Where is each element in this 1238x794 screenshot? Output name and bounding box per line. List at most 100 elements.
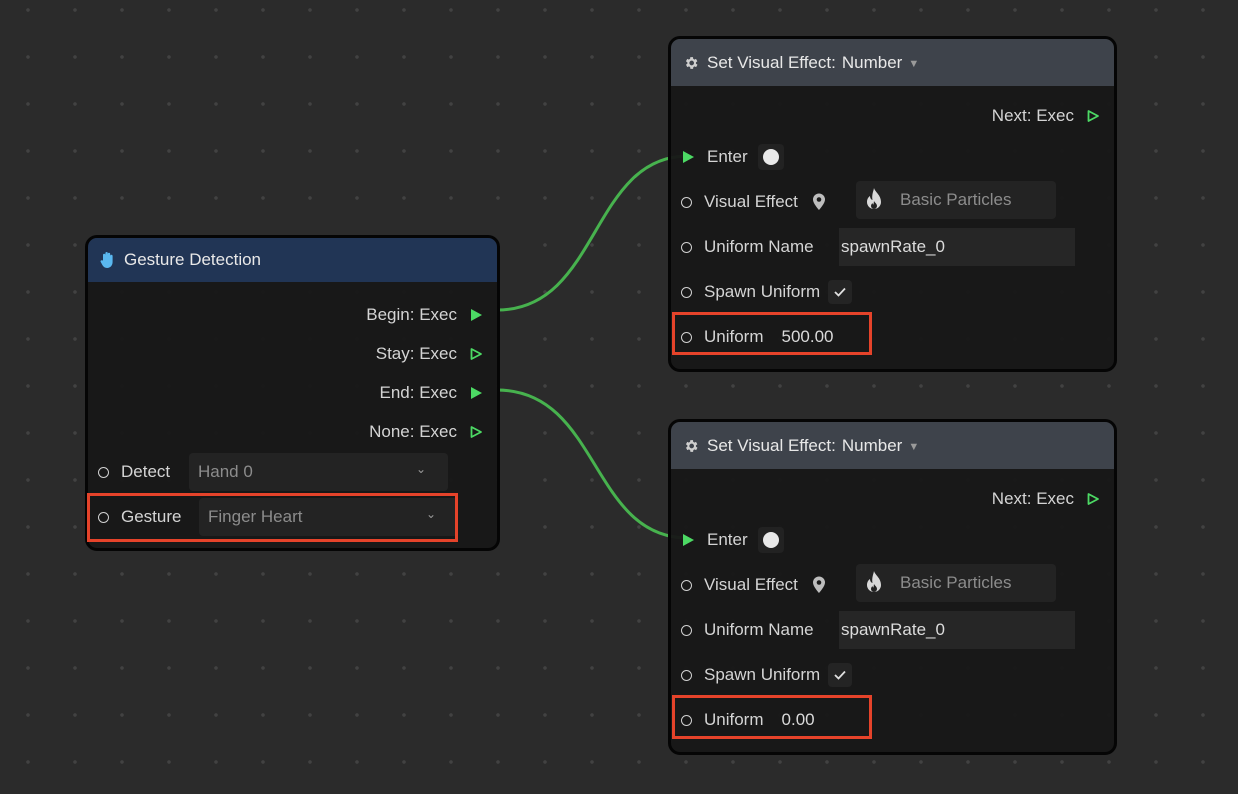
type-dropdown[interactable]: Number ▼: [842, 436, 919, 456]
port-label: Detect: [121, 462, 171, 481]
spawn-uniform-checkbox[interactable]: [828, 280, 853, 304]
detect-dropdown[interactable]: Hand 0 ⌄: [189, 453, 448, 491]
port-label: Next: Exec: [991, 106, 1074, 125]
visual-effect-value: Basic Particles: [900, 190, 1012, 209]
exec-port-filled-icon[interactable]: [469, 386, 483, 400]
output-end-exec[interactable]: End: Exec: [380, 378, 484, 408]
enter-toggle[interactable]: [757, 144, 784, 170]
input-port-icon[interactable]: [681, 624, 692, 636]
node-title: Set Visual Effect:: [707, 435, 836, 455]
node-title: Set Visual Effect:: [707, 52, 836, 72]
port-label: Visual Effect: [704, 575, 798, 594]
port-label: Uniform Name: [704, 620, 814, 639]
input-uniform-name: Uniform Name: [681, 232, 814, 262]
port-label: End: Exec: [379, 383, 458, 402]
checkmark-icon: [834, 287, 846, 297]
input-visual-effect: Visual Effect: [681, 570, 826, 600]
port-label: None: Exec: [369, 422, 457, 441]
caret-down-icon: ▼: [908, 440, 920, 453]
port-label: Visual Effect: [704, 192, 798, 211]
uniform-name-input[interactable]: spawnRate_0: [839, 228, 1075, 266]
exec-port-outline-icon[interactable]: [469, 347, 483, 361]
input-port-icon[interactable]: [681, 196, 692, 208]
caret-down-icon: ▼: [908, 57, 920, 70]
spawn-uniform-checkbox[interactable]: [828, 663, 853, 687]
set-visual-effect-node-bottom[interactable]: Set Visual Effect: Number ▼ Next: Exec E…: [668, 419, 1117, 755]
node-header[interactable]: Set Visual Effect: Number ▼: [671, 422, 1114, 469]
input-spawn-uniform: Spawn Uniform: [681, 660, 853, 690]
port-label: Next: Exec: [991, 489, 1074, 508]
port-label: Uniform Name: [704, 237, 814, 256]
exec-port-filled-icon[interactable]: [681, 533, 695, 547]
input-port-icon[interactable]: [681, 331, 692, 343]
wire-begin-to-top-enter[interactable]: [496, 154, 689, 312]
port-label: Spawn Uniform: [704, 282, 821, 301]
hand-icon: [98, 250, 118, 270]
input-port-icon[interactable]: [681, 714, 692, 726]
gear-icon: [681, 53, 701, 73]
fire-icon: [862, 187, 886, 213]
chevron-down-icon: ⌄: [425, 507, 436, 521]
input-uniform-name: Uniform Name: [681, 615, 814, 645]
port-label: Gesture: [121, 507, 182, 526]
location-pin-icon[interactable]: [812, 576, 826, 594]
checkmark-icon: [834, 670, 846, 680]
input-port-icon[interactable]: [681, 669, 692, 681]
input-port-icon[interactable]: [681, 241, 692, 253]
uniform-name-value: spawnRate_0: [841, 237, 945, 256]
gear-icon: [681, 436, 701, 456]
input-uniform: Uniform 0.00: [681, 705, 815, 735]
uniform-value-input[interactable]: 0.00: [782, 710, 815, 730]
gesture-detection-node[interactable]: Gesture Detection Begin: Exec Stay: Exec…: [85, 235, 500, 551]
exec-port-filled-icon[interactable]: [469, 308, 483, 322]
input-port-icon[interactable]: [681, 286, 692, 298]
input-enter: Enter: [681, 142, 784, 172]
node-header[interactable]: Set Visual Effect: Number ▼: [671, 39, 1114, 86]
port-label: Stay: Exec: [375, 344, 457, 363]
output-begin-exec[interactable]: Begin: Exec: [366, 300, 483, 330]
visual-effect-picker[interactable]: Basic Particles: [856, 564, 1056, 602]
input-port-icon[interactable]: [98, 511, 109, 523]
port-label: Enter: [707, 530, 748, 549]
gesture-dropdown[interactable]: Finger Heart ⌄: [199, 498, 458, 536]
dropdown-value: Hand 0: [198, 462, 253, 481]
output-stay-exec[interactable]: Stay: Exec: [376, 339, 483, 369]
toggle-knob: [762, 149, 779, 165]
enter-toggle[interactable]: [757, 527, 784, 553]
input-port-icon[interactable]: [681, 579, 692, 591]
port-label: Uniform: [704, 710, 764, 729]
input-uniform: Uniform 500.00: [681, 322, 834, 352]
exec-port-outline-icon[interactable]: [1086, 492, 1100, 506]
input-enter: Enter: [681, 525, 784, 555]
input-port-icon[interactable]: [98, 466, 109, 478]
type-value: Number: [841, 435, 903, 455]
type-dropdown[interactable]: Number ▼: [842, 53, 919, 73]
wire-end-to-bottom-enter[interactable]: [496, 388, 689, 540]
input-visual-effect: Visual Effect: [681, 187, 826, 217]
fire-icon: [862, 570, 886, 596]
type-value: Number: [841, 52, 903, 72]
output-none-exec[interactable]: None: Exec: [369, 417, 483, 447]
location-pin-icon[interactable]: [812, 193, 826, 211]
dropdown-value: Finger Heart: [208, 507, 303, 526]
input-gesture: Gesture: [98, 502, 181, 532]
node-header[interactable]: Gesture Detection: [88, 238, 497, 282]
input-spawn-uniform: Spawn Uniform: [681, 277, 853, 307]
visual-effect-picker[interactable]: Basic Particles: [856, 181, 1056, 219]
set-visual-effect-node-top[interactable]: Set Visual Effect: Number ▼ Next: Exec E…: [668, 36, 1117, 372]
output-next-exec[interactable]: Next: Exec: [992, 484, 1100, 514]
input-detect: Detect: [98, 457, 170, 487]
visual-effect-value: Basic Particles: [900, 573, 1012, 592]
port-label: Enter: [707, 147, 748, 166]
uniform-name-input[interactable]: spawnRate_0: [839, 611, 1075, 649]
exec-port-outline-icon[interactable]: [1086, 109, 1100, 123]
port-label: Spawn Uniform: [704, 665, 821, 684]
output-next-exec[interactable]: Next: Exec: [992, 101, 1100, 131]
exec-port-outline-icon[interactable]: [469, 425, 483, 439]
node-title: Gesture Detection: [124, 250, 262, 269]
port-label: Uniform: [704, 327, 764, 346]
uniform-name-value: spawnRate_0: [841, 620, 945, 639]
exec-port-filled-icon[interactable]: [681, 150, 695, 164]
port-label: Begin: Exec: [366, 305, 457, 324]
uniform-value-input[interactable]: 500.00: [782, 327, 834, 347]
